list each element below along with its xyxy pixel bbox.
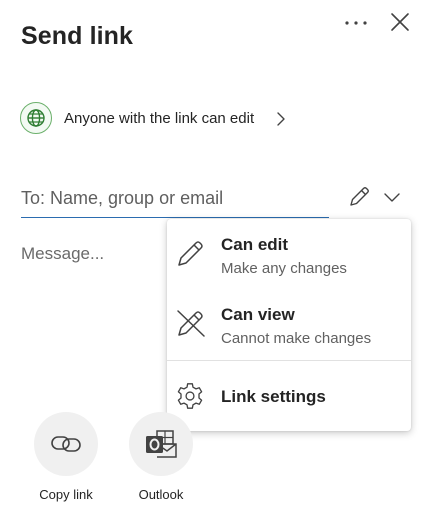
globe-icon <box>27 109 45 127</box>
page-title: Send link <box>21 22 134 50</box>
menu-item-description: Cannot make changes <box>221 330 372 347</box>
link-icon <box>51 436 81 452</box>
recipients-input[interactable] <box>21 180 329 218</box>
copy-link-label: Copy link <box>39 487 93 502</box>
message-field[interactable] <box>21 244 161 270</box>
globe-icon-badge <box>20 102 52 134</box>
close-button[interactable] <box>387 9 413 35</box>
chevron-right-icon <box>277 112 285 126</box>
copy-link-icon-circle <box>34 412 98 476</box>
pencil-off-icon <box>177 310 205 337</box>
pencil-icon <box>350 187 369 206</box>
more-horizontal-icon <box>345 21 367 25</box>
pencil-icon <box>178 241 203 266</box>
link-settings-row[interactable]: Anyone with the link can edit <box>20 102 286 134</box>
more-options-button[interactable] <box>342 10 370 34</box>
menu-item-description: Make any changes <box>221 260 347 277</box>
outlook-icon <box>146 430 177 458</box>
chevron-down-icon <box>384 193 400 202</box>
menu-item-can-edit[interactable]: Can edit Make any changes <box>167 219 411 289</box>
outlook-icon-circle <box>129 412 193 476</box>
outlook-label: Outlook <box>138 487 184 502</box>
outlook-button[interactable]: Outlook <box>111 412 211 502</box>
copy-link-button[interactable]: Copy link <box>16 412 116 502</box>
permission-toggle-button[interactable] <box>346 183 404 211</box>
menu-item-label: Can view <box>221 305 295 324</box>
permission-menu: Can edit Make any changes Can view Canno… <box>167 219 411 431</box>
close-icon <box>391 13 409 31</box>
gear-icon <box>177 383 203 409</box>
menu-item-label: Can edit <box>221 235 289 254</box>
menu-item-can-view[interactable]: Can view Cannot make changes <box>167 291 411 359</box>
menu-item-label: Link settings <box>221 387 326 406</box>
link-settings-text: Anyone with the link can edit <box>64 109 255 127</box>
